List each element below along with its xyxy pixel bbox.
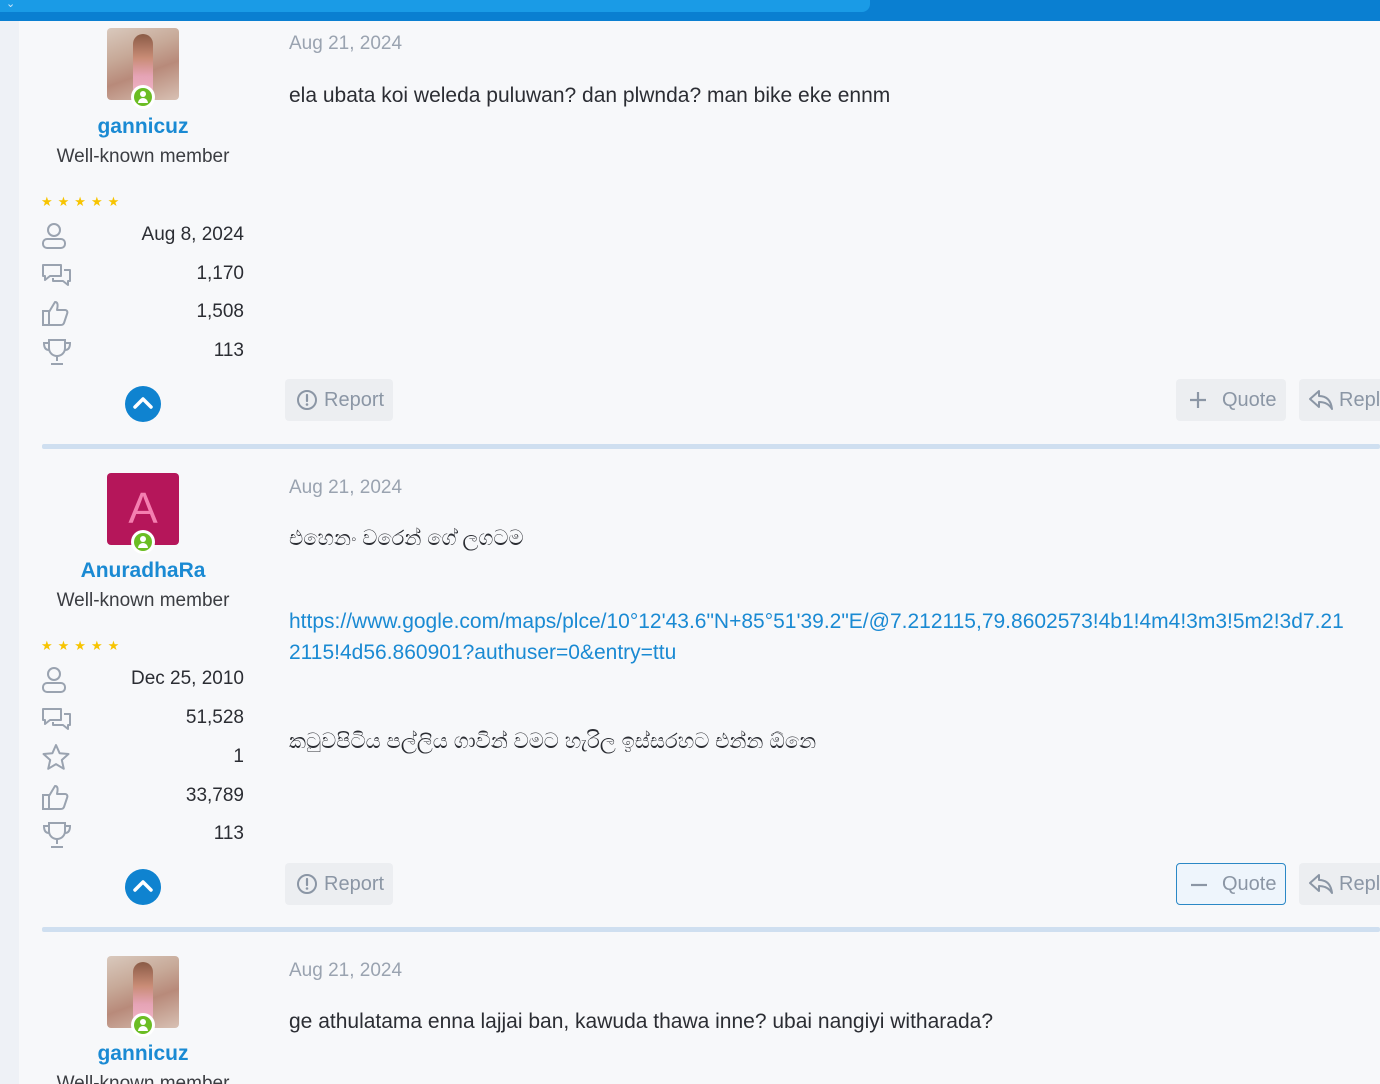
post: gannicuz Well-known member ★★★★★ Aug 8, …	[19, 28, 1380, 448]
reply-button[interactable]: Reply	[1299, 379, 1380, 421]
username-link[interactable]: gannicuz	[49, 115, 237, 139]
stat-value: 33,789	[185, 785, 244, 806]
post: A AnuradhaRa Well-known member ★★★★★ Dec…	[19, 473, 1380, 928]
stat-value: 1	[233, 746, 244, 767]
post-date[interactable]: Aug 21, 2024	[289, 477, 402, 499]
thumbs-up-icon	[42, 301, 69, 326]
reply-button[interactable]: Reply	[1299, 863, 1380, 905]
stat-points: 113	[41, 820, 244, 850]
stat-value: 1,170	[196, 263, 244, 284]
stat-value: Dec 25, 2010	[130, 668, 244, 689]
post-body-text: එහෙනං වරෙන් ගේ ලගටම	[289, 527, 524, 550]
messages-icon	[42, 264, 71, 286]
thumbs-up-icon	[42, 785, 69, 810]
quote-label: Quote	[1222, 873, 1277, 895]
quote-button[interactable]: Quote	[1176, 379, 1286, 421]
alert-circle-icon	[297, 874, 317, 894]
top-navigation-bar: ⌄	[0, 0, 1380, 21]
stat-joined: Aug 8, 2024	[41, 221, 244, 251]
post-body-text: කටුවපිටිය පල්ලිය ගාවින් වමට හැරිල ඉස්සරහ…	[289, 730, 817, 753]
alert-circle-icon	[297, 390, 317, 410]
rating-stars-icon: ★★★★★	[41, 638, 125, 653]
post: gannicuz Well-known member Aug 21, 2024 …	[19, 956, 1380, 1084]
post-body-text: ge athulatama enna lajjai ban, kawuda th…	[289, 1010, 994, 1033]
messages-icon	[42, 708, 71, 730]
stat-reactions: 33,789	[41, 782, 244, 812]
username-link[interactable]: gannicuz	[49, 1042, 237, 1066]
user-icon	[42, 223, 66, 249]
post-date[interactable]: Aug 21, 2024	[289, 33, 402, 55]
chevron-up-icon	[133, 880, 153, 892]
trophy-icon	[42, 822, 72, 848]
stat-messages: 51,528	[41, 704, 244, 734]
online-status-icon	[131, 85, 155, 109]
report-label: Report	[324, 389, 385, 411]
reply-icon	[1309, 390, 1333, 410]
plus-icon	[1190, 392, 1206, 408]
stat-reactions: 1,508	[41, 298, 244, 328]
user-title: Well-known member	[56, 146, 230, 167]
post-body-text: ela ubata koi weleda puluwan? dan plwnda…	[289, 84, 891, 107]
trophy-icon	[42, 339, 72, 365]
minus-icon	[1191, 883, 1207, 887]
stat-featured: 1	[41, 743, 244, 773]
reply-icon	[1309, 874, 1333, 894]
post-date[interactable]: Aug 21, 2024	[289, 960, 402, 982]
user-title: Well-known member	[56, 1073, 230, 1084]
stat-joined: Dec 25, 2010	[41, 665, 244, 695]
reply-label: Reply	[1339, 389, 1380, 411]
quote-button[interactable]: Quote	[1176, 863, 1286, 905]
report-button[interactable]: Report	[285, 379, 393, 421]
post-divider	[42, 927, 1380, 932]
chevron-up-icon	[133, 397, 153, 409]
post-divider	[42, 444, 1380, 449]
online-status-icon	[131, 530, 155, 554]
stat-points: 113	[41, 337, 244, 367]
stat-value: 113	[213, 823, 244, 844]
online-status-icon	[131, 1013, 155, 1037]
report-button[interactable]: Report	[285, 863, 393, 905]
user-title: Well-known member	[56, 590, 230, 611]
stat-messages: 1,170	[41, 260, 244, 290]
stat-value: 113	[213, 340, 244, 361]
thread-posts-panel: gannicuz Well-known member ★★★★★ Aug 8, …	[19, 21, 1380, 1084]
chevron-down-icon[interactable]: ⌄	[6, 0, 15, 10]
post-body-link[interactable]: https://www.gogle.com/maps/plce/10°12'43…	[289, 606, 1380, 668]
top-navigation-strip: ⌄	[0, 0, 870, 12]
stat-value: 51,528	[185, 707, 244, 728]
post-link-line[interactable]: https://www.gogle.com/maps/plce/10°12'43…	[289, 606, 1380, 637]
rating-stars-icon: ★★★★★	[41, 194, 125, 209]
scroll-up-button[interactable]	[125, 386, 161, 422]
stat-value: Aug 8, 2024	[141, 224, 244, 245]
post-link-line[interactable]: 2115!4d56.860901?authuser=0&entry=ttu	[289, 637, 1380, 668]
quote-label: Quote	[1222, 389, 1277, 411]
star-icon	[42, 744, 70, 770]
user-icon	[42, 667, 66, 693]
report-label: Report	[324, 873, 385, 895]
scroll-up-button[interactable]	[125, 869, 161, 905]
username-link[interactable]: AnuradhaRa	[49, 559, 237, 583]
stat-value: 1,508	[196, 301, 244, 322]
reply-label: Reply	[1339, 873, 1380, 895]
